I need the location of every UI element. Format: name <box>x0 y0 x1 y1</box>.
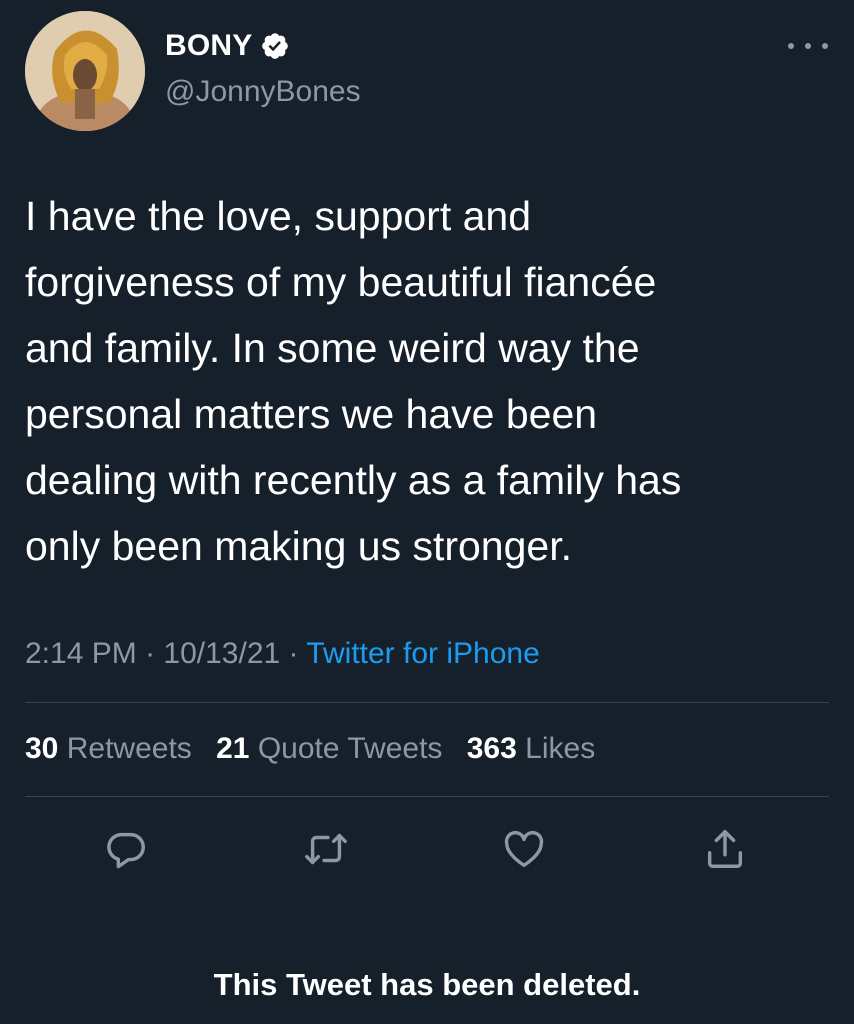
more-horizontal-icon <box>805 43 811 49</box>
divider <box>25 796 829 797</box>
more-horizontal-icon <box>822 43 828 49</box>
retweets-stat[interactable]: 30 Retweets <box>25 732 192 765</box>
likes-stat[interactable]: 363 Likes <box>467 732 595 765</box>
like-button[interactable] <box>501 826 547 872</box>
more-horizontal-icon <box>788 43 794 49</box>
tweet-source-link[interactable]: Twitter for iPhone <box>306 637 539 670</box>
quote-tweets-label: Quote Tweets <box>257 732 443 765</box>
tweet-text: I have the love, support and forgiveness… <box>25 193 682 569</box>
deleted-notice: This Tweet has been deleted. <box>213 967 641 1002</box>
more-options-button[interactable] <box>788 34 828 58</box>
likes-label: Likes <box>525 732 596 765</box>
divider <box>25 702 829 703</box>
retweets-label: Retweets <box>66 732 192 765</box>
reply-icon <box>107 832 145 869</box>
author-handle[interactable]: @JonnyBones <box>165 74 361 110</box>
lion-headdress-avatar-icon <box>25 11 145 131</box>
share-icon <box>707 830 743 868</box>
tweet-stats: 30 Retweets 21 Quote Tweets 363 Likes <box>25 729 611 769</box>
quote-tweets-count: 21 <box>216 732 250 765</box>
tweet-meta: 2:14 PM · 10/13/21 · Twitter for iPhone <box>25 634 540 674</box>
quote-tweets-stat[interactable]: 21 Quote Tweets <box>216 732 442 765</box>
reply-button[interactable] <box>103 826 149 872</box>
retweet-icon <box>305 833 347 865</box>
heart-icon <box>504 830 544 868</box>
share-button[interactable] <box>702 826 748 872</box>
verified-badge-icon <box>262 33 289 59</box>
tweet-date[interactable]: 10/13/21 <box>163 637 280 670</box>
retweet-button[interactable] <box>303 826 349 872</box>
display-name-text[interactable]: BONY <box>165 28 252 64</box>
avatar[interactable] <box>25 11 145 131</box>
meta-separator: · <box>136 637 164 670</box>
tweet-time[interactable]: 2:14 PM <box>25 637 137 670</box>
likes-count: 363 <box>466 732 517 765</box>
retweets-count: 30 <box>25 732 59 765</box>
display-name[interactable]: BONY <box>165 28 290 64</box>
meta-separator: · <box>280 637 307 670</box>
